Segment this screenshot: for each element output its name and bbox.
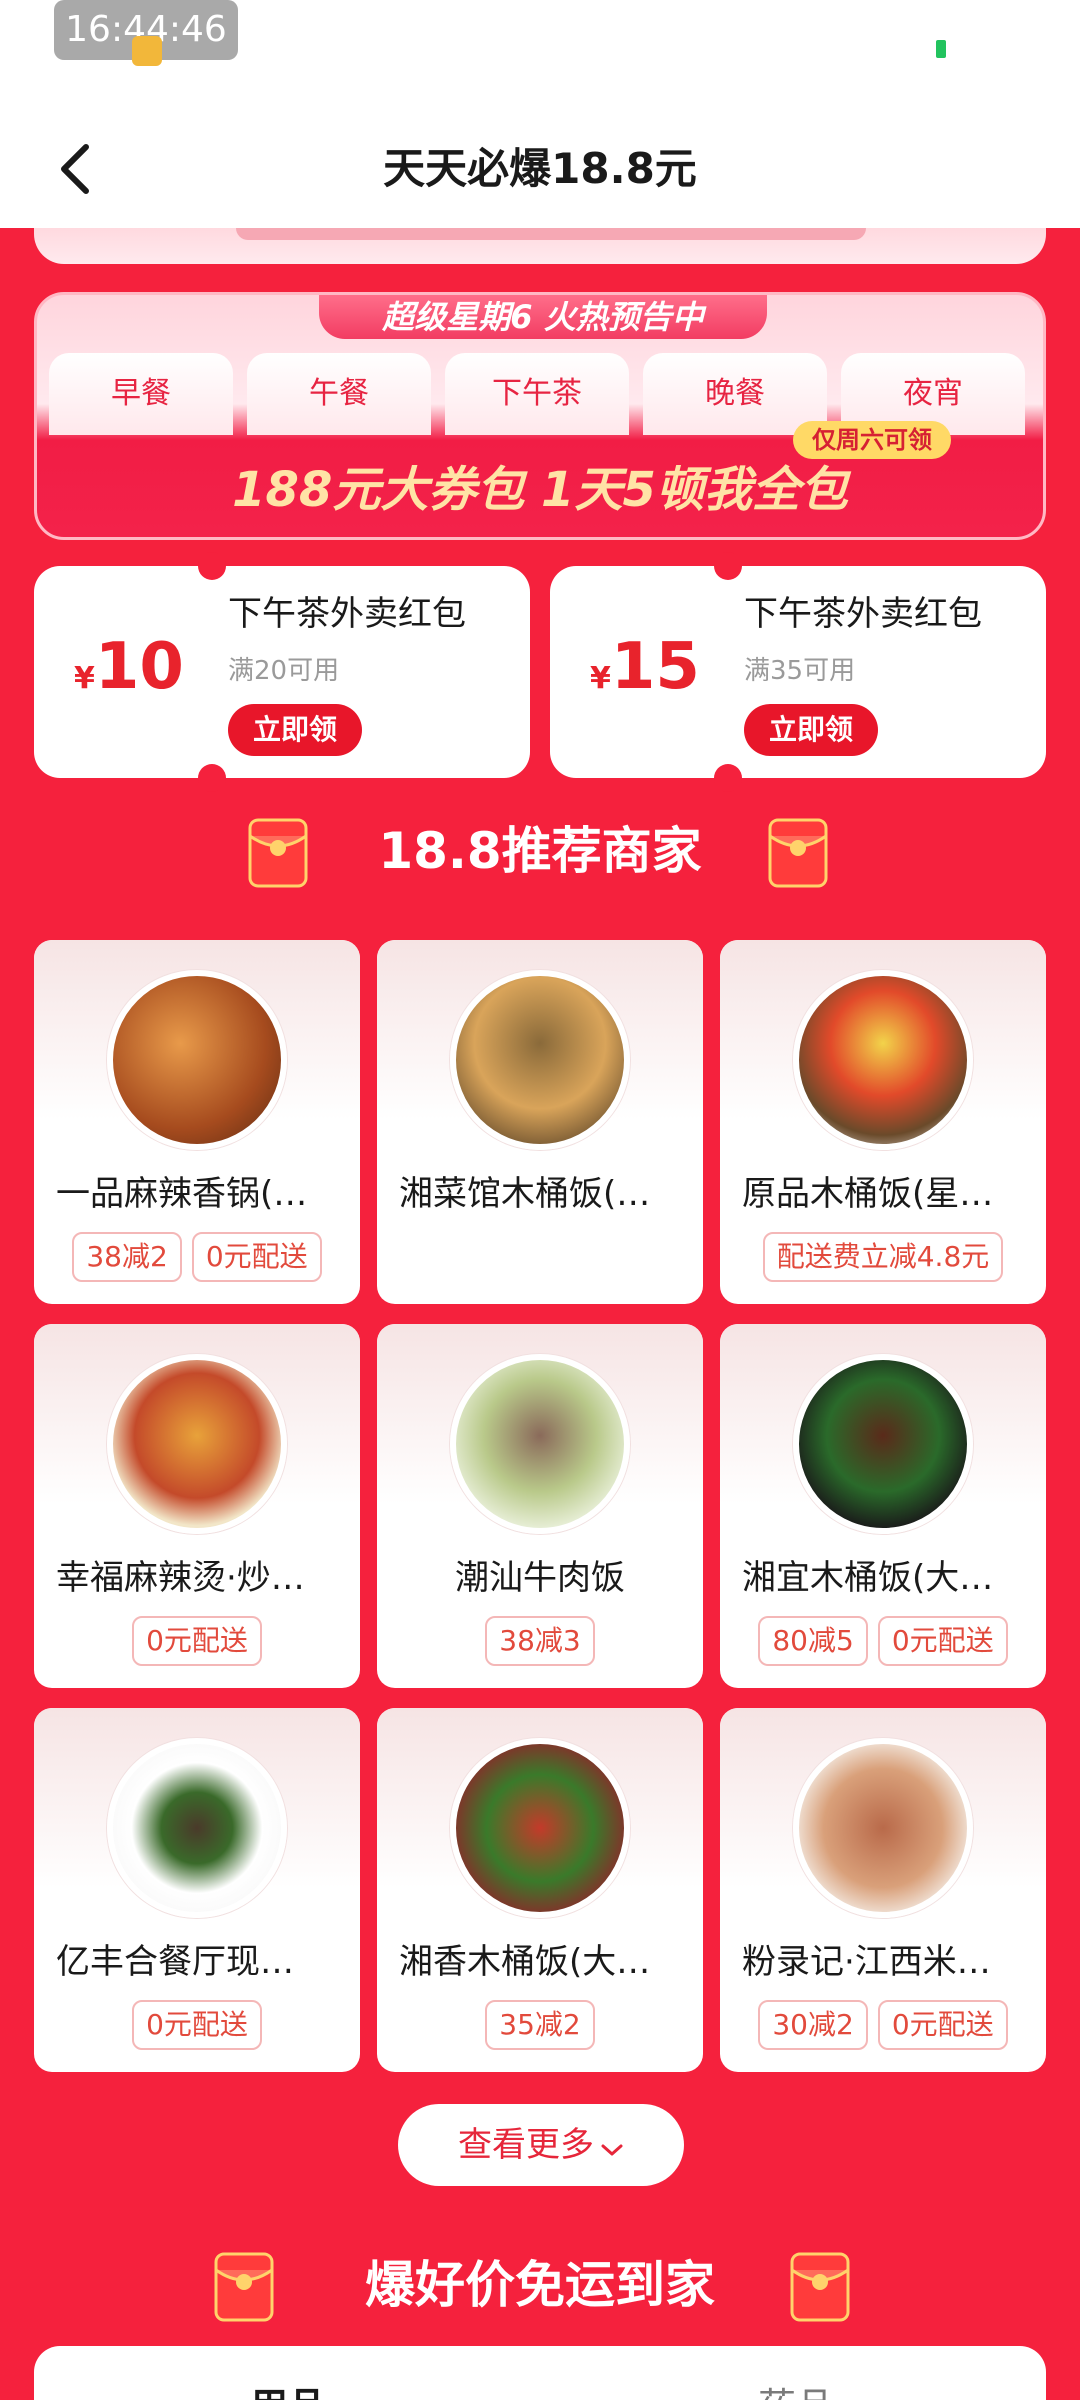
red-envelope-icon xyxy=(784,2246,856,2326)
promo-tag: 38减2 xyxy=(72,1232,182,1282)
red-envelope-icon xyxy=(762,812,834,892)
coupon-card[interactable]: ¥10 下午茶外卖红包 满20可用 立即领 xyxy=(34,552,530,792)
coupon-condition: 满35可用 xyxy=(744,656,856,686)
merchant-photo xyxy=(450,970,630,1150)
status-bar: 16:44:46 xyxy=(0,0,1080,110)
tab-medicine[interactable]: 药品 xyxy=(758,2376,834,2400)
back-arrow-icon[interactable] xyxy=(40,134,110,204)
promo-tag: 35减2 xyxy=(485,2000,595,2050)
coupon-title: 下午茶外卖红包 xyxy=(744,594,982,634)
banner-slogan: 188元大券包 1天5顿我全包 xyxy=(232,462,848,518)
merchant-name: 湘香木桶饭(大… xyxy=(399,1942,651,1982)
super-saturday-banner[interactable]: 超级星期6 火热预告中 早餐 午餐 下午茶 晚餐 夜宵 仅周六可领 188元大券… xyxy=(34,292,1046,540)
coupon-amount: ¥15 xyxy=(590,630,700,704)
merchant-name: 幸福麻辣烫·炒… xyxy=(56,1558,305,1598)
merchant-card[interactable]: 粉录记·江西米… 30减2 0元配送 xyxy=(720,1708,1046,2072)
signal-indicator-icon xyxy=(936,40,946,58)
merchant-photo xyxy=(793,1738,973,1918)
merchant-card[interactable]: 湘宜木桶饭(大… 80减5 0元配送 xyxy=(720,1324,1046,1688)
see-more-button[interactable]: 查看更多 xyxy=(398,2104,684,2186)
merchant-card[interactable]: 潮汕牛肉饭 38减3 xyxy=(377,1324,703,1688)
merchant-card[interactable]: 湘香木桶饭(大… 35减2 xyxy=(377,1708,703,2072)
merchant-card[interactable]: 原品木桶饭(星… 配送费立减4.8元 xyxy=(720,940,1046,1304)
coupon-title: 下午茶外卖红包 xyxy=(228,594,466,634)
merchant-photo xyxy=(107,1354,287,1534)
meal-tab-afternoon-tea[interactable]: 下午茶 xyxy=(445,353,629,435)
promo-tag: 配送费立减4.8元 xyxy=(762,1232,1004,1282)
top-banner-edge-inner xyxy=(236,228,866,240)
merchant-photo xyxy=(450,1738,630,1918)
merchant-card[interactable]: 湘菜馆木桶饭(… xyxy=(377,940,703,1304)
meal-tab-dinner[interactable]: 晚餐 xyxy=(643,353,827,435)
free-delivery-section-title: 爆好价免运到家 xyxy=(365,2256,715,2314)
promo-tag: 0元配送 xyxy=(132,1616,262,1666)
coupon-condition: 满20可用 xyxy=(228,656,340,686)
claim-coupon-button[interactable]: 立即领 xyxy=(228,704,362,756)
category-tabs-card: 用品 药品 xyxy=(34,2346,1046,2400)
promo-tag: 38减3 xyxy=(485,1616,595,1666)
merchant-name: 亿丰合餐厅现… xyxy=(56,1942,294,1982)
merchant-card[interactable]: 一品麻辣香锅(… 38减2 0元配送 xyxy=(34,940,360,1304)
banner-tag: 超级星期6 火热预告中 xyxy=(319,295,767,339)
merchant-name: 湘菜馆木桶饭(… xyxy=(399,1174,651,1214)
promo-tag: 30减2 xyxy=(758,2000,868,2050)
chevron-down-icon xyxy=(600,2106,624,2188)
claim-coupon-button[interactable]: 立即领 xyxy=(744,704,878,756)
meal-tab-breakfast[interactable]: 早餐 xyxy=(49,353,233,435)
promo-tag: 0元配送 xyxy=(877,2000,1008,2050)
page-header: 天天必爆18.8元 xyxy=(0,110,1080,228)
tab-supplies[interactable]: 用品 xyxy=(250,2376,326,2400)
promo-tag: 0元配送 xyxy=(877,1616,1008,1666)
merchant-name: 粉录记·江西米… xyxy=(742,1942,991,1982)
merchant-photo xyxy=(107,970,287,1150)
merchant-name: 潮汕牛肉饭 xyxy=(455,1558,625,1598)
promo-tag: 0元配送 xyxy=(132,2000,262,2050)
merchant-card[interactable]: 幸福麻辣烫·炒… 0元配送 xyxy=(34,1324,360,1688)
merchant-name: 原品木桶饭(星… xyxy=(742,1174,994,1214)
merchant-card[interactable]: 亿丰合餐厅现… 0元配送 xyxy=(34,1708,360,2072)
merchant-photo xyxy=(450,1354,630,1534)
promo-tag: 0元配送 xyxy=(191,1232,322,1282)
see-more-label: 查看更多 xyxy=(458,2125,594,2165)
notification-app-icon xyxy=(132,36,162,66)
meal-tab-lunch[interactable]: 午餐 xyxy=(247,353,431,435)
coupon-card[interactable]: ¥15 下午茶外卖红包 满35可用 立即领 xyxy=(550,552,1046,792)
merchant-photo xyxy=(793,970,973,1150)
merchant-name: 一品麻辣香锅(… xyxy=(56,1174,308,1214)
merchant-photo xyxy=(107,1738,287,1918)
page-title: 天天必爆18.8元 xyxy=(383,144,697,193)
merchant-name: 湘宜木桶饭(大… xyxy=(742,1558,994,1598)
promo-tag: 80减5 xyxy=(758,1616,868,1666)
saturday-only-badge: 仅周六可领 xyxy=(793,421,951,459)
merchant-photo xyxy=(793,1354,973,1534)
merchants-section-title: 18.8推荐商家 xyxy=(378,822,702,880)
coupon-amount: ¥10 xyxy=(74,630,184,704)
